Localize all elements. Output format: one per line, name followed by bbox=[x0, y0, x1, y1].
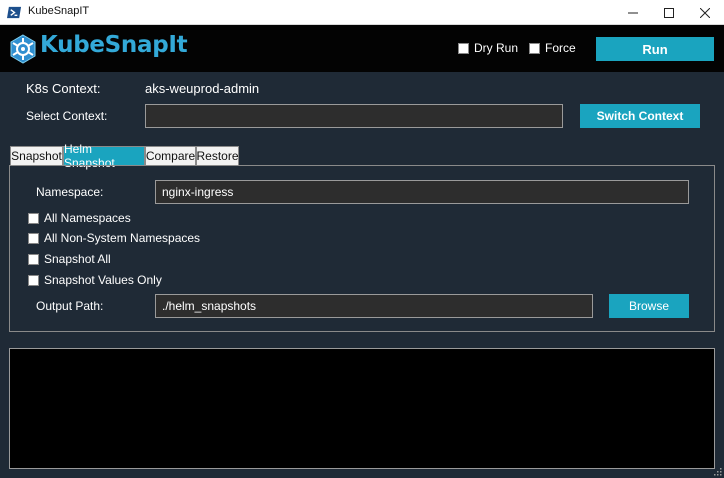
output-path-label: Output Path: bbox=[36, 299, 104, 313]
tab-compare[interactable]: Compare bbox=[145, 146, 196, 165]
snapshot-values-only-label: Snapshot Values Only bbox=[44, 273, 162, 287]
all-non-system-namespaces-checkbox[interactable]: All Non-System Namespaces bbox=[28, 231, 200, 245]
close-button[interactable] bbox=[686, 0, 724, 25]
force-label: Force bbox=[545, 41, 576, 55]
k8s-context-label: K8s Context: bbox=[26, 81, 101, 96]
output-console[interactable] bbox=[9, 348, 715, 469]
dry-run-checkbox-box[interactable] bbox=[458, 42, 469, 54]
app-logo-text: KubeSnapIt bbox=[40, 32, 188, 58]
run-button[interactable]: Run bbox=[596, 37, 714, 61]
close-icon bbox=[700, 7, 710, 18]
tab-snapshot[interactable]: Snapshot bbox=[10, 146, 63, 165]
maximize-icon bbox=[664, 7, 674, 18]
tab-helm-snapshot[interactable]: Helm Snapshot bbox=[63, 142, 145, 170]
tab-restore[interactable]: Restore bbox=[196, 146, 239, 165]
force-checkbox-box[interactable] bbox=[529, 42, 540, 54]
snapshot-values-only-checkbox[interactable]: Snapshot Values Only bbox=[28, 273, 162, 287]
resize-grip-icon[interactable] bbox=[712, 466, 722, 476]
snapshot-all-label: Snapshot All bbox=[44, 252, 111, 266]
namespace-label: Namespace: bbox=[36, 185, 104, 199]
dry-run-checkbox[interactable]: Dry Run bbox=[458, 41, 518, 55]
select-context-label: Select Context: bbox=[26, 109, 108, 123]
snapshot-all-checkbox[interactable]: Snapshot All bbox=[28, 252, 111, 266]
namespace-input[interactable]: nginx-ingress bbox=[155, 180, 689, 204]
snapshot-all-checkbox-box[interactable] bbox=[28, 253, 39, 265]
kubernetes-logo-icon bbox=[10, 34, 36, 64]
maximize-button[interactable] bbox=[650, 0, 688, 25]
browse-button[interactable]: Browse bbox=[609, 294, 689, 318]
powershell-icon bbox=[7, 6, 22, 19]
dry-run-label: Dry Run bbox=[474, 41, 519, 55]
all-namespaces-checkbox-box[interactable] bbox=[28, 212, 39, 224]
title-bar: KubeSnapIT bbox=[0, 0, 724, 25]
switch-context-button[interactable]: Switch Context bbox=[580, 104, 700, 128]
all-namespaces-checkbox[interactable]: All Namespaces bbox=[28, 211, 131, 225]
minimize-icon bbox=[628, 12, 638, 13]
snapshot-values-only-checkbox-box[interactable] bbox=[28, 274, 39, 286]
force-checkbox[interactable]: Force bbox=[529, 41, 576, 55]
all-namespaces-label: All Namespaces bbox=[44, 211, 131, 225]
select-context-input[interactable] bbox=[145, 104, 563, 128]
all-non-system-namespaces-checkbox-box[interactable] bbox=[28, 232, 39, 244]
output-path-input[interactable]: ./helm_snapshots bbox=[155, 294, 593, 318]
window-title: KubeSnapIT bbox=[28, 5, 90, 17]
k8s-context-value: aks-weuprod-admin bbox=[145, 81, 260, 96]
minimize-button[interactable] bbox=[614, 0, 652, 25]
all-non-system-namespaces-label: All Non-System Namespaces bbox=[44, 231, 201, 245]
